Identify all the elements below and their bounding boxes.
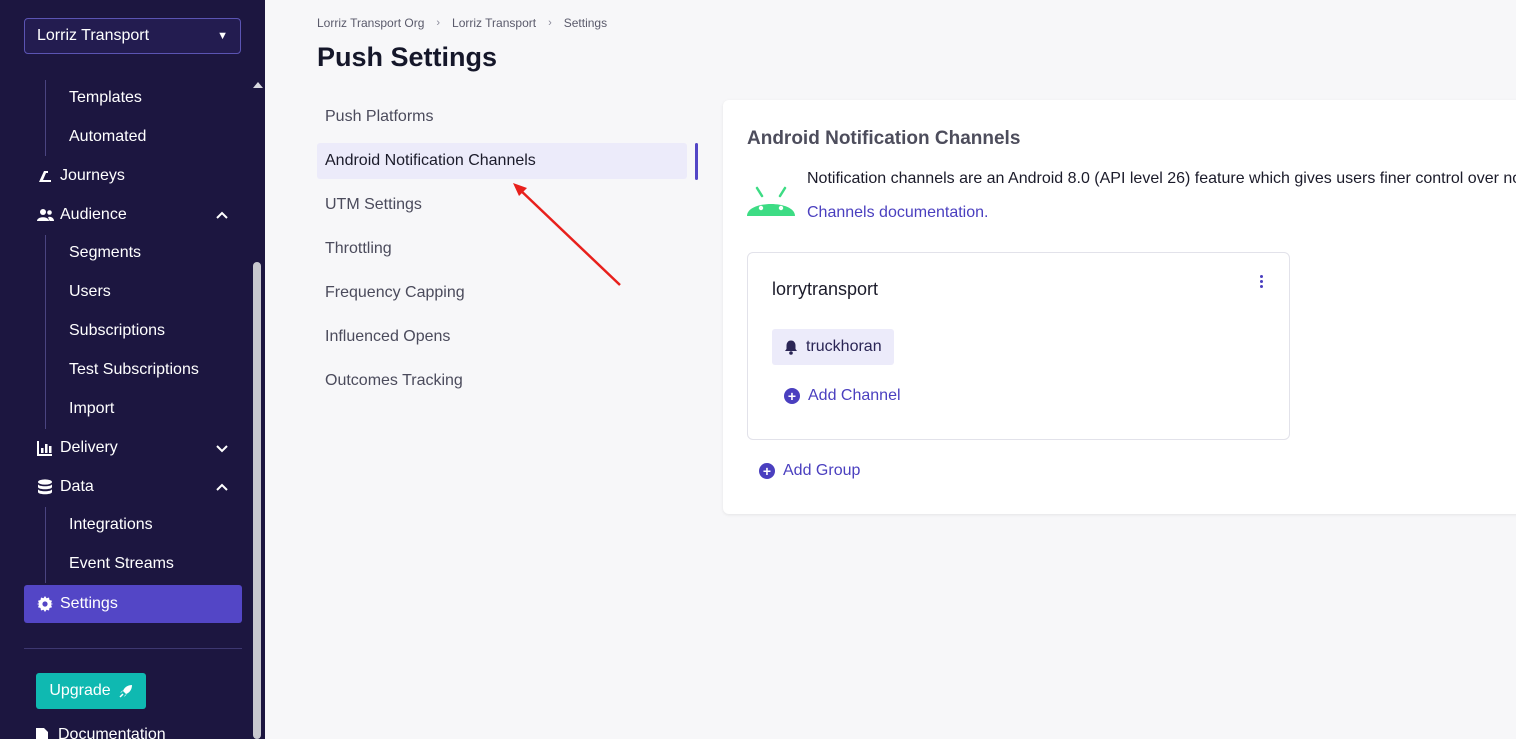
bar-chart-icon [36,439,54,457]
android-channels-card: Android Notification Channels Notificati… [723,100,1516,514]
add-channel-button[interactable]: + Add Channel [784,387,901,405]
sidebar-item-documentation[interactable]: Documentation [36,726,166,739]
sidebar-item-label: Users [69,283,111,300]
add-group-button[interactable]: + Add Group [759,462,860,480]
sidebar-item-label: Test Subscriptions [69,361,199,378]
sidebar-item-label: Import [69,400,115,417]
sidebar-item-label: Segments [69,244,142,261]
sidebar-item-settings[interactable]: Settings [24,585,242,623]
annotation-arrow-icon [513,183,621,286]
sidebar-item-users[interactable]: Users [24,274,242,310]
breadcrumb-item[interactable]: Lorriz Transport [452,16,536,30]
sidebar-divider [24,648,242,649]
sidebar-item-label: Audience [60,206,127,223]
sidebar-scrollbar[interactable] [253,262,261,739]
chevron-right-icon: › [436,17,441,29]
document-icon [36,727,48,739]
add-group-label: Add Group [783,462,861,479]
users-icon [36,206,54,224]
sidebar-item-automated[interactable]: Automated [24,119,242,155]
sidebar: Lorriz Transport ▼ Templates Automated J… [0,0,265,739]
journeys-icon [36,167,54,185]
org-selector-label: Lorriz Transport [37,27,150,44]
subnav-active-indicator [695,143,698,180]
plus-circle-icon: + [784,388,800,404]
subnav-android-notification-channels[interactable]: Android Notification Channels [317,143,687,179]
page-title: Push Settings [317,42,498,72]
sidebar-item-label: Delivery [60,439,118,456]
more-options-icon[interactable] [1253,273,1269,289]
sidebar-item-delivery[interactable]: Delivery [24,430,242,466]
sidebar-item-segments[interactable]: Segments [24,235,242,271]
gear-icon [36,595,54,613]
sidebar-item-audience[interactable]: Audience [24,197,242,233]
database-icon [36,478,54,496]
sidebar-item-journeys[interactable]: Journeys [24,158,242,194]
chevron-up-icon [216,211,228,219]
sidebar-item-label: Data [60,478,94,495]
group-name: lorrytransport [772,279,879,299]
sidebar-item-label: Automated [69,128,147,145]
breadcrumb-item[interactable]: Lorriz Transport Org [317,16,424,30]
subnav-influenced-opens[interactable]: Influenced Opens [317,319,687,355]
sidebar-item-label: Documentation [58,726,166,739]
sidebar-item-templates[interactable]: Templates [24,80,242,116]
breadcrumb: Lorriz Transport Org › Lorriz Transport … [317,16,607,30]
scroll-up-arrow-icon[interactable] [253,82,263,88]
sidebar-item-integrations[interactable]: Integrations [24,507,242,543]
sidebar-item-label: Integrations [69,516,153,533]
sidebar-item-label: Event Streams [69,555,174,572]
subnav-throttling[interactable]: Throttling [317,231,687,267]
channel-chip[interactable]: truckhoran [772,329,894,365]
upgrade-button[interactable]: Upgrade [36,673,146,709]
plus-circle-icon: + [759,463,775,479]
sidebar-item-event-streams[interactable]: Event Streams [24,546,242,582]
chevron-down-icon [216,445,228,453]
subnav-utm-settings[interactable]: UTM Settings [317,187,687,223]
sidebar-item-label: Journeys [60,167,125,184]
channel-group-card: lorrytransport truckhoran + Add Channel [747,252,1290,440]
add-channel-label: Add Channel [808,387,901,404]
sidebar-item-label: Settings [60,595,118,612]
sidebar-item-data[interactable]: Data [24,469,242,505]
sidebar-item-label: Templates [69,89,142,106]
org-selector[interactable]: Lorriz Transport ▼ [24,18,241,54]
subnav-push-platforms[interactable]: Push Platforms [317,99,687,135]
channels-documentation-link[interactable]: Channels documentation. [807,204,988,222]
rocket-icon [119,685,132,698]
card-title: Android Notification Channels [747,128,1021,149]
android-icon [747,186,795,216]
sidebar-item-test-subscriptions[interactable]: Test Subscriptions [24,352,242,388]
subnav-frequency-capping[interactable]: Frequency Capping [317,275,687,311]
channel-name: truckhoran [806,338,882,355]
breadcrumb-item[interactable]: Settings [564,16,607,30]
sidebar-item-import[interactable]: Import [24,391,242,427]
sidebar-item-subscriptions[interactable]: Subscriptions [24,313,242,349]
chevron-right-icon: › [548,17,552,29]
chevron-up-icon [216,483,228,491]
caret-down-icon: ▼ [217,30,228,42]
upgrade-label: Upgrade [49,682,111,699]
sidebar-item-label: Subscriptions [69,322,166,339]
bell-icon [785,340,797,355]
subnav-outcomes-tracking[interactable]: Outcomes Tracking [317,363,687,399]
card-description: Notification channels are an Android 8.0… [807,170,1516,187]
